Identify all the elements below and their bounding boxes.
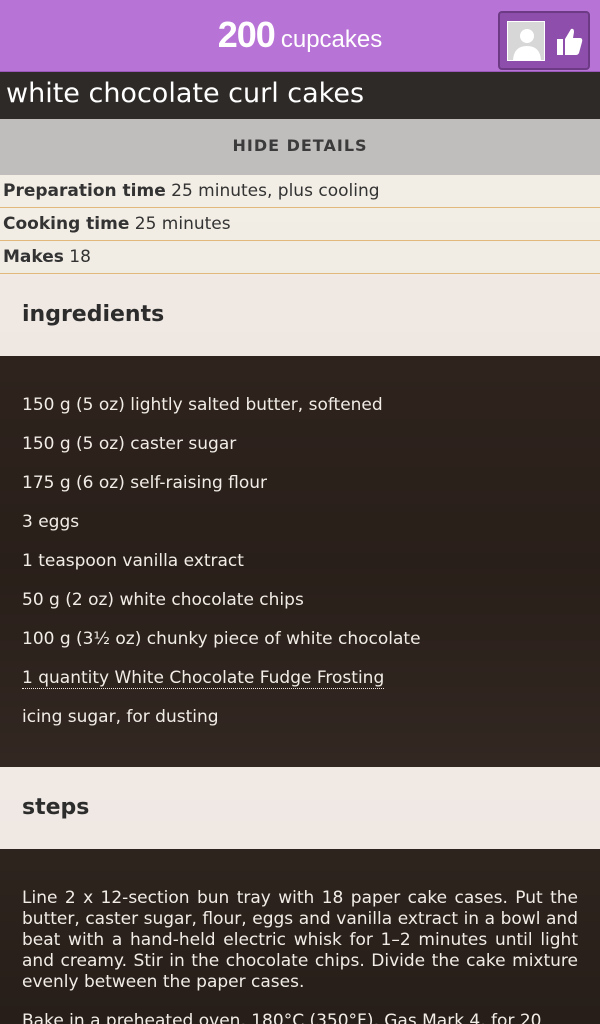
ingredient-item: 150 g (5 oz) lightly salted butter, soft… <box>22 395 383 415</box>
steps-list: Line 2 x 12-section bun tray with 18 pap… <box>0 849 600 1024</box>
ingredient-item: icing sugar, for dusting <box>22 707 219 727</box>
ingredients-heading: ingredients <box>22 302 165 327</box>
ingredient-item: 175 g (6 oz) self-raising flour <box>22 473 268 493</box>
cook-time-value: 25 minutes <box>134 214 231 234</box>
step-item: Line 2 x 12-section bun tray with 18 pap… <box>22 888 578 992</box>
ingredients-header: ingredients <box>0 274 600 356</box>
brand-word: cupcakes <box>280 26 383 53</box>
ingredient-item: 100 g (3½ oz) chunky piece of white choc… <box>22 629 421 649</box>
step-item: Bake in a preheated oven, 180°C (350°F),… <box>22 1011 542 1024</box>
frosting-recipe-link[interactable]: 1 quantity White Chocolate Fudge Frostin… <box>22 668 385 689</box>
page-title: white chocolate curl cakes <box>6 78 365 109</box>
ingredient-item: 50 g (2 oz) white chocolate chips <box>22 590 304 610</box>
prep-time-row: Preparation time 25 minutes, plus coolin… <box>0 175 600 208</box>
makes-label: Makes <box>3 247 64 267</box>
makes-row: Makes 18 <box>0 241 600 274</box>
recipe-title-bar: white chocolate curl cakes <box>0 72 600 119</box>
steps-header: steps <box>0 767 600 849</box>
prep-time-value: 25 minutes, plus cooling <box>171 181 380 201</box>
prep-time-label: Preparation time <box>3 181 166 201</box>
ingredient-item: 150 g (5 oz) caster sugar <box>22 434 237 454</box>
makes-value: 18 <box>69 247 91 267</box>
user-icon[interactable] <box>507 21 545 61</box>
steps-heading: steps <box>22 795 90 820</box>
brand-number: 200 <box>217 14 276 55</box>
thumbs-up-icon[interactable] <box>554 21 584 61</box>
hide-details-button[interactable]: HIDE DETAILS <box>0 119 600 175</box>
profile-like-button[interactable] <box>498 11 590 70</box>
hide-details-label: HIDE DETAILS <box>232 136 368 155</box>
cook-time-label: Cooking time <box>3 214 130 234</box>
ingredient-item: 1 teaspoon vanilla extract <box>22 551 244 571</box>
ingredients-list: 150 g (5 oz) lightly salted butter, soft… <box>0 356 600 767</box>
cook-time-row: Cooking time 25 minutes <box>0 208 600 241</box>
app-header: 200 cupcakes <box>0 0 600 72</box>
ingredient-item: 3 eggs <box>22 512 80 532</box>
